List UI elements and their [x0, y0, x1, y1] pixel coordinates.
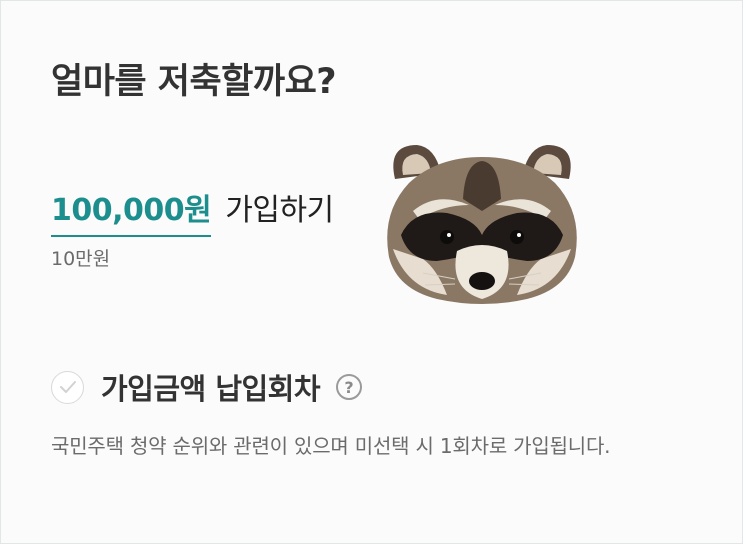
raccoon-mascot-image — [387, 145, 577, 304]
savings-panel: 얼마를 저축할까요? 100,000원 가입하기 10만원 가입금액 납입회차 … — [0, 0, 743, 544]
check-circle-icon[interactable] — [51, 370, 84, 404]
amount-row: 100,000원 가입하기 — [51, 185, 334, 237]
option-description: 국민주택 청약 순위와 관련이 있으며 미선택 시 1회차로 가입됩니다. — [51, 434, 611, 458]
amount-korean-unit: 10만원 — [51, 248, 111, 270]
question-circle-icon[interactable]: ? — [336, 374, 363, 400]
page-title: 얼마를 저축할까요? — [51, 62, 337, 102]
installment-option-row[interactable]: 가입금액 납입회차 ? — [51, 366, 363, 408]
amount-suffix-label: 가입하기 — [225, 193, 334, 228]
raccoon-right-eye — [510, 230, 524, 244]
raccoon-nose — [469, 272, 495, 290]
checkmark-icon — [59, 381, 76, 393]
amount-input[interactable]: 100,000원 — [51, 185, 212, 237]
installment-option-label: 가입금액 납입회차 — [101, 372, 321, 406]
raccoon-left-eye — [440, 230, 454, 244]
